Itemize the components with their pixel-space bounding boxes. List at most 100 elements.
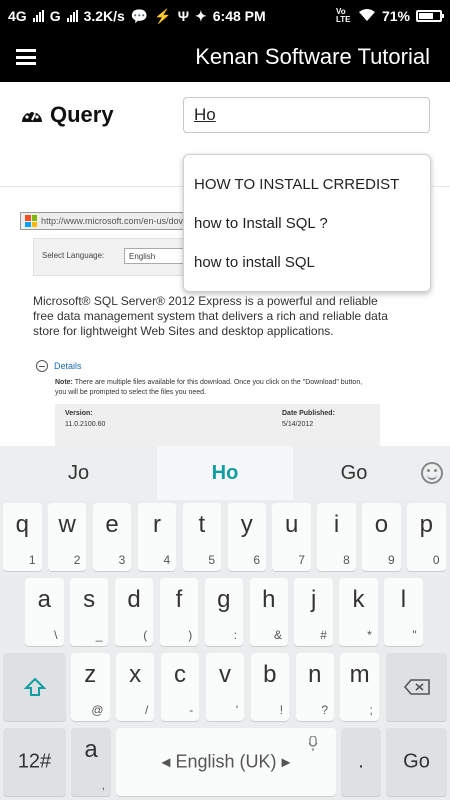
key-label: v (218, 661, 231, 688)
key-alt-label: , (101, 778, 105, 792)
key-label: f (175, 586, 183, 613)
query-input-value: Ho (194, 105, 216, 124)
space-left-arrow: ◂ (161, 751, 171, 772)
shift-key[interactable] (3, 653, 66, 721)
network-type: 4G (8, 8, 27, 24)
key-u[interactable]: u7 (272, 503, 311, 571)
key-label: h (262, 586, 276, 613)
key-alt-label: & (273, 628, 282, 642)
usb-icon: Ψ (177, 8, 190, 24)
windows-logo-icon (25, 215, 37, 227)
autocomplete-dropdown: HOW TO INSTALL CRREDIST how to Install S… (183, 154, 431, 292)
language-key[interactable]: a, (71, 728, 111, 796)
status-bar: 4G G 3.2K/s 💬 ⚡ Ψ ✦ 6:48 PM Vo LTE 71% (0, 0, 450, 32)
query-label: Query (20, 102, 114, 128)
key-w[interactable]: w2 (47, 503, 87, 571)
key-p[interactable]: p0 (407, 503, 446, 571)
key-s[interactable]: s _ (69, 578, 109, 646)
key-j[interactable]: j # (294, 578, 333, 646)
symbols-key-label: 12# (17, 750, 52, 773)
symbols-key[interactable]: 12# (3, 728, 66, 796)
key-alt-label: 3 (118, 553, 126, 567)
period-key[interactable]: . (341, 728, 381, 796)
keyboard-suggestion[interactable]: Go (293, 462, 415, 485)
keyboard-suggestion-bar: Jo Ho Go (0, 446, 450, 500)
key-alt-label: \ (54, 628, 58, 642)
battery-icon (416, 10, 444, 22)
suggestion-item[interactable]: HOW TO INSTALL CRREDIST (184, 165, 430, 204)
key-c[interactable]: c- (160, 653, 200, 721)
key-label: m (349, 661, 370, 688)
key-v[interactable]: v ' (205, 653, 245, 721)
key-alt-label: " (412, 628, 417, 642)
key-t[interactable]: t5 (182, 503, 222, 571)
version-table: Version: 11.0.2100.60 Date Published: 5/14… (55, 404, 380, 446)
key-alt-label: _ (95, 628, 103, 642)
key-b[interactable]: b! (250, 653, 290, 721)
key-x[interactable]: x / (115, 653, 155, 721)
version-value: 11.0.2100.60 (65, 421, 106, 428)
key-alt-label: - (189, 703, 194, 717)
space-key[interactable]: ◂ English (UK) ▸ (116, 728, 336, 796)
key-n[interactable]: n? (295, 653, 334, 721)
date-label: Date Published: (282, 410, 335, 417)
signal-icon-2 (66, 10, 78, 22)
key-o[interactable]: o9 (362, 503, 401, 571)
app-title: Kenan Software Tutorial (195, 44, 430, 69)
key-label: a (84, 736, 98, 763)
key-label: r (152, 511, 161, 538)
key-alt-label: 5 (208, 553, 216, 567)
note-bold: Note: (55, 379, 73, 386)
twitter-icon: ✦ (195, 7, 207, 24)
key-label: u (284, 511, 299, 538)
key-g[interactable]: g: (204, 578, 244, 646)
chat-icon: 💬 (130, 7, 149, 24)
wifi-icon (358, 8, 376, 25)
key-label: d (127, 586, 141, 613)
key-label: n (308, 661, 322, 688)
battery-percent: 71% (381, 8, 410, 24)
suggestion-item[interactable]: how to install SQL (184, 243, 430, 282)
key-a[interactable]: a \ (25, 578, 64, 646)
key-m[interactable]: m; (340, 653, 379, 721)
key-label: b (263, 661, 277, 688)
key-l[interactable]: l " (384, 578, 423, 646)
keyboard-suggestion[interactable]: Jo (0, 462, 157, 485)
go-key[interactable]: Go (386, 728, 447, 796)
key-label: y (240, 511, 253, 538)
key-y[interactable]: y6 (227, 503, 266, 571)
network-type-2: G (49, 8, 61, 24)
key-alt-label: ( (143, 628, 148, 642)
key-f[interactable]: f) (159, 578, 199, 646)
keyboard-suggestion-primary[interactable]: Ho (157, 446, 293, 500)
space-language: English (UK) (175, 751, 277, 772)
hamburger-menu-icon[interactable] (16, 49, 36, 65)
key-label: s (83, 586, 96, 613)
app-bar: Kenan Software Tutorial (0, 32, 450, 82)
details-label: Details (54, 361, 82, 371)
network-speed: 3.2K/s (83, 8, 125, 24)
query-input[interactable]: Ho (183, 97, 430, 133)
suggestion-item[interactable]: how to Install SQL ? (184, 204, 430, 243)
version-label: Version: (65, 410, 93, 417)
key-label: a (37, 586, 51, 613)
key-k[interactable]: k * (339, 578, 378, 646)
key-h[interactable]: h & (249, 578, 288, 646)
key-alt-label: ! (279, 703, 284, 717)
query-label-text: Query (50, 102, 114, 127)
key-label: w (58, 511, 76, 538)
key-alt-label: ' (235, 703, 239, 717)
microphone-icon (308, 736, 318, 751)
emoji-icon[interactable] (421, 462, 443, 484)
key-i[interactable]: i8 (317, 503, 356, 571)
key-d[interactable]: d( (114, 578, 154, 646)
key-q[interactable]: q1 (3, 503, 42, 571)
key-label: p (419, 511, 434, 538)
volte-icon: Vo LTE (335, 7, 351, 24)
key-e[interactable]: e3 (92, 503, 132, 571)
space-key-label: ◂ English (UK) ▸ (116, 752, 336, 773)
key-r[interactable]: r4 (137, 503, 177, 571)
backspace-key[interactable] (386, 653, 447, 721)
key-label: k (352, 586, 365, 613)
key-z[interactable]: z @ (71, 653, 110, 721)
